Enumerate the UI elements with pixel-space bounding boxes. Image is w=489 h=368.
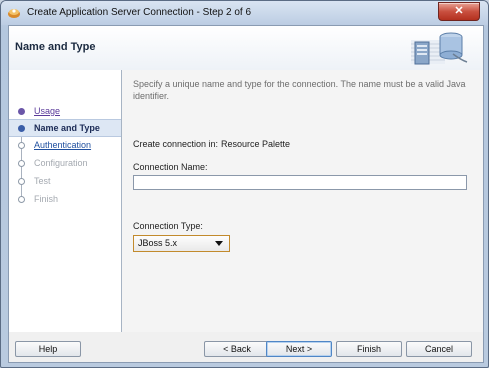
step-finish: Finish bbox=[9, 191, 121, 207]
step-disabled-icon bbox=[18, 160, 25, 167]
step-label: Test bbox=[34, 176, 51, 186]
step-label: Usage bbox=[34, 106, 61, 116]
server-connection-icon bbox=[411, 32, 468, 65]
step-configuration: Configuration bbox=[9, 155, 121, 171]
cancel-button[interactable]: Cancel bbox=[406, 341, 472, 357]
finish-button[interactable]: Finish bbox=[336, 341, 402, 357]
chevron-down-icon bbox=[215, 241, 223, 246]
close-button[interactable]: ✕ bbox=[438, 2, 480, 21]
step-current-icon bbox=[18, 125, 25, 132]
title-bar[interactable]: Create Application Server Connection - S… bbox=[1, 1, 488, 25]
create-in-label: Create connection in: bbox=[133, 139, 219, 149]
instructions-text: Specify a unique name and type for the c… bbox=[133, 79, 466, 101]
connection-type-label: Connection Type: bbox=[133, 221, 203, 231]
step-disabled-icon bbox=[18, 178, 25, 185]
help-button[interactable]: Help bbox=[15, 341, 81, 357]
step-pending-icon bbox=[18, 142, 25, 149]
app-icon bbox=[8, 9, 20, 18]
step-name-and-type[interactable]: Name and Type bbox=[9, 119, 121, 137]
connection-name-label: Connection Name: bbox=[133, 162, 208, 172]
page-title: Name and Type bbox=[15, 41, 96, 53]
connection-type-value: JBoss 5.x bbox=[138, 238, 178, 248]
step-label: Configuration bbox=[34, 158, 88, 168]
dialog-body: Name and Type Usage Name and Type Authen… bbox=[8, 25, 484, 363]
step-test: Test bbox=[9, 173, 121, 189]
step-label: Name and Type bbox=[34, 123, 100, 133]
step-authentication[interactable]: Authentication bbox=[9, 137, 121, 153]
step-label: Finish bbox=[34, 194, 59, 204]
close-icon: ✕ bbox=[454, 5, 464, 17]
next-button[interactable]: Next > bbox=[266, 341, 332, 357]
wizard-steps: Usage Name and Type Authentication Confi… bbox=[9, 70, 122, 332]
step-usage[interactable]: Usage bbox=[9, 103, 121, 119]
connection-type-select[interactable]: JBoss 5.x bbox=[133, 235, 230, 252]
create-in-value: Resource Palette bbox=[221, 139, 291, 149]
page-header: Name and Type bbox=[9, 26, 483, 71]
window-title: Create Application Server Connection - S… bbox=[27, 7, 252, 18]
step-disabled-icon bbox=[18, 196, 25, 203]
connection-name-input[interactable] bbox=[133, 175, 467, 190]
step-done-icon bbox=[18, 108, 25, 115]
back-button[interactable]: < Back bbox=[204, 341, 270, 357]
dialog-window: Create Application Server Connection - S… bbox=[0, 0, 489, 368]
button-bar: Help < Back Next > Finish Cancel bbox=[9, 332, 483, 362]
step-label: Authentication bbox=[34, 140, 92, 150]
form-pane: Specify a unique name and type for the c… bbox=[122, 70, 483, 332]
